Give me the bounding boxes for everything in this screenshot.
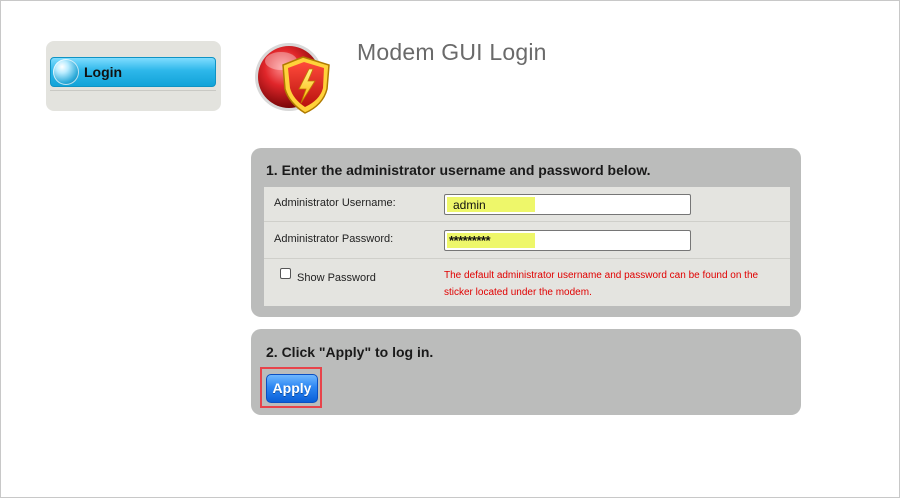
sidebar-divider (50, 90, 216, 91)
sidebar-item-login[interactable]: Login (50, 57, 216, 87)
apply-heading: 2. Click "Apply" to log in. (266, 344, 434, 360)
default-credentials-note: The default administrator username and p… (444, 270, 759, 298)
orb-icon (53, 59, 79, 85)
shield-lightning-icon (253, 39, 337, 117)
password-input[interactable]: ********* (444, 230, 691, 251)
password-label: Administrator Password: (274, 233, 394, 245)
page-title: Modem GUI Login (357, 39, 547, 65)
show-password-checkbox[interactable] (280, 268, 291, 279)
show-password-label[interactable]: Show Password (297, 272, 376, 284)
credentials-form: Administrator Username: admin Administra… (264, 187, 790, 306)
username-input[interactable]: admin (444, 194, 691, 215)
browser-viewport: Login Modem GUI Login 1. Enter the admin… (0, 0, 900, 498)
credentials-heading: 1. Enter the administrator username and … (266, 162, 651, 178)
password-value: ********* (449, 233, 491, 248)
apply-highlight-box: Apply (260, 367, 322, 408)
row-divider (264, 221, 790, 222)
sidebar-item-label: Login (84, 64, 123, 80)
sidebar: Login (46, 41, 221, 111)
credentials-panel: 1. Enter the administrator username and … (251, 148, 801, 317)
apply-panel: 2. Click "Apply" to log in. Apply (251, 329, 801, 415)
username-value: admin (453, 198, 486, 212)
apply-button[interactable]: Apply (266, 374, 318, 403)
username-label: Administrator Username: (274, 197, 396, 209)
row-divider (264, 258, 790, 259)
